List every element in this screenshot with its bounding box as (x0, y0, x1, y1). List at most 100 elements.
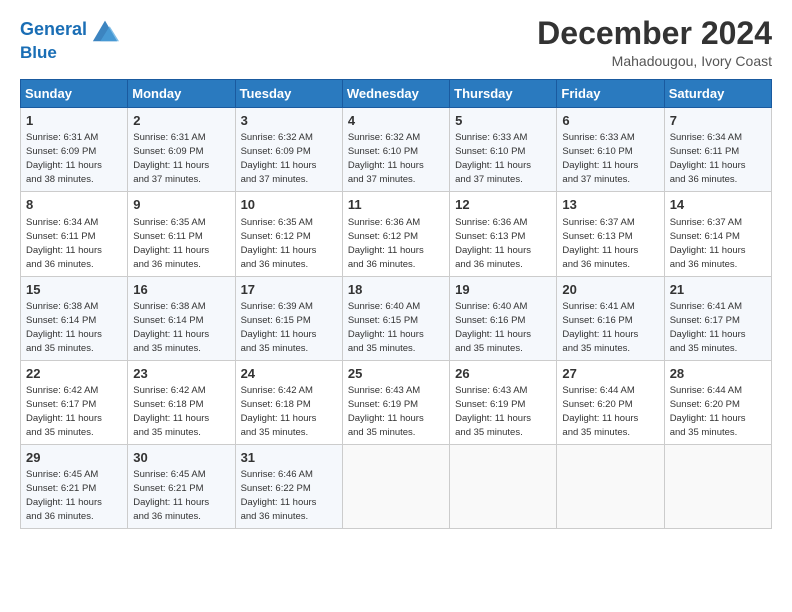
day-info: Sunrise: 6:40 AMSunset: 6:16 PMDaylight:… (455, 301, 531, 354)
day-number: 7 (670, 112, 766, 130)
calendar-weekday-wednesday: Wednesday (342, 80, 449, 108)
day-info: Sunrise: 6:45 AMSunset: 6:21 PMDaylight:… (133, 469, 209, 522)
day-info: Sunrise: 6:36 AMSunset: 6:13 PMDaylight:… (455, 217, 531, 270)
day-number: 11 (348, 196, 444, 214)
calendar-cell: 24 Sunrise: 6:42 AMSunset: 6:18 PMDaylig… (235, 360, 342, 444)
day-number: 27 (562, 365, 658, 383)
calendar-cell: 4 Sunrise: 6:32 AMSunset: 6:10 PMDayligh… (342, 108, 449, 192)
calendar-cell: 6 Sunrise: 6:33 AMSunset: 6:10 PMDayligh… (557, 108, 664, 192)
calendar-cell: 29 Sunrise: 6:45 AMSunset: 6:21 PMDaylig… (21, 444, 128, 528)
calendar-cell: 7 Sunrise: 6:34 AMSunset: 6:11 PMDayligh… (664, 108, 771, 192)
calendar-cell: 17 Sunrise: 6:39 AMSunset: 6:15 PMDaylig… (235, 276, 342, 360)
calendar-week-row: 22 Sunrise: 6:42 AMSunset: 6:17 PMDaylig… (21, 360, 772, 444)
day-info: Sunrise: 6:44 AMSunset: 6:20 PMDaylight:… (670, 385, 746, 438)
day-number: 29 (26, 449, 122, 467)
calendar-weekday-monday: Monday (128, 80, 235, 108)
day-info: Sunrise: 6:43 AMSunset: 6:19 PMDaylight:… (455, 385, 531, 438)
calendar-week-row: 8 Sunrise: 6:34 AMSunset: 6:11 PMDayligh… (21, 192, 772, 276)
title-block: December 2024 Mahadougou, Ivory Coast (537, 16, 772, 69)
calendar-cell: 18 Sunrise: 6:40 AMSunset: 6:15 PMDaylig… (342, 276, 449, 360)
day-number: 2 (133, 112, 229, 130)
day-info: Sunrise: 6:42 AMSunset: 6:17 PMDaylight:… (26, 385, 102, 438)
day-info: Sunrise: 6:37 AMSunset: 6:13 PMDaylight:… (562, 217, 638, 270)
day-number: 1 (26, 112, 122, 130)
page: General Blue December 2024 Mahadougou, I… (0, 0, 792, 612)
calendar-cell: 9 Sunrise: 6:35 AMSunset: 6:11 PMDayligh… (128, 192, 235, 276)
calendar-cell: 25 Sunrise: 6:43 AMSunset: 6:19 PMDaylig… (342, 360, 449, 444)
calendar-weekday-saturday: Saturday (664, 80, 771, 108)
day-number: 16 (133, 281, 229, 299)
day-info: Sunrise: 6:39 AMSunset: 6:15 PMDaylight:… (241, 301, 317, 354)
day-info: Sunrise: 6:34 AMSunset: 6:11 PMDaylight:… (670, 132, 746, 185)
day-info: Sunrise: 6:38 AMSunset: 6:14 PMDaylight:… (26, 301, 102, 354)
logo: General Blue (20, 16, 119, 63)
calendar-week-row: 1 Sunrise: 6:31 AMSunset: 6:09 PMDayligh… (21, 108, 772, 192)
day-number: 8 (26, 196, 122, 214)
header: General Blue December 2024 Mahadougou, I… (20, 16, 772, 69)
day-number: 24 (241, 365, 337, 383)
calendar-cell: 19 Sunrise: 6:40 AMSunset: 6:16 PMDaylig… (450, 276, 557, 360)
day-info: Sunrise: 6:35 AMSunset: 6:11 PMDaylight:… (133, 217, 209, 270)
calendar-cell: 13 Sunrise: 6:37 AMSunset: 6:13 PMDaylig… (557, 192, 664, 276)
day-number: 21 (670, 281, 766, 299)
day-info: Sunrise: 6:43 AMSunset: 6:19 PMDaylight:… (348, 385, 424, 438)
calendar-cell (342, 444, 449, 528)
day-info: Sunrise: 6:36 AMSunset: 6:12 PMDaylight:… (348, 217, 424, 270)
calendar-cell: 16 Sunrise: 6:38 AMSunset: 6:14 PMDaylig… (128, 276, 235, 360)
day-number: 4 (348, 112, 444, 130)
calendar-cell: 12 Sunrise: 6:36 AMSunset: 6:13 PMDaylig… (450, 192, 557, 276)
calendar-cell: 14 Sunrise: 6:37 AMSunset: 6:14 PMDaylig… (664, 192, 771, 276)
day-info: Sunrise: 6:33 AMSunset: 6:10 PMDaylight:… (455, 132, 531, 185)
calendar-cell: 20 Sunrise: 6:41 AMSunset: 6:16 PMDaylig… (557, 276, 664, 360)
day-info: Sunrise: 6:38 AMSunset: 6:14 PMDaylight:… (133, 301, 209, 354)
calendar-cell: 26 Sunrise: 6:43 AMSunset: 6:19 PMDaylig… (450, 360, 557, 444)
day-info: Sunrise: 6:45 AMSunset: 6:21 PMDaylight:… (26, 469, 102, 522)
day-info: Sunrise: 6:31 AMSunset: 6:09 PMDaylight:… (133, 132, 209, 185)
month-year: December 2024 (537, 16, 772, 51)
day-info: Sunrise: 6:42 AMSunset: 6:18 PMDaylight:… (241, 385, 317, 438)
day-info: Sunrise: 6:35 AMSunset: 6:12 PMDaylight:… (241, 217, 317, 270)
day-info: Sunrise: 6:37 AMSunset: 6:14 PMDaylight:… (670, 217, 746, 270)
day-number: 10 (241, 196, 337, 214)
day-number: 23 (133, 365, 229, 383)
day-info: Sunrise: 6:31 AMSunset: 6:09 PMDaylight:… (26, 132, 102, 185)
day-info: Sunrise: 6:40 AMSunset: 6:15 PMDaylight:… (348, 301, 424, 354)
calendar-cell (557, 444, 664, 528)
calendar-cell: 21 Sunrise: 6:41 AMSunset: 6:17 PMDaylig… (664, 276, 771, 360)
calendar-cell: 8 Sunrise: 6:34 AMSunset: 6:11 PMDayligh… (21, 192, 128, 276)
day-number: 17 (241, 281, 337, 299)
day-info: Sunrise: 6:44 AMSunset: 6:20 PMDaylight:… (562, 385, 638, 438)
day-number: 22 (26, 365, 122, 383)
calendar-cell: 30 Sunrise: 6:45 AMSunset: 6:21 PMDaylig… (128, 444, 235, 528)
day-number: 9 (133, 196, 229, 214)
day-info: Sunrise: 6:46 AMSunset: 6:22 PMDaylight:… (241, 469, 317, 522)
calendar-cell (664, 444, 771, 528)
calendar-cell: 27 Sunrise: 6:44 AMSunset: 6:20 PMDaylig… (557, 360, 664, 444)
day-number: 20 (562, 281, 658, 299)
calendar-cell: 23 Sunrise: 6:42 AMSunset: 6:18 PMDaylig… (128, 360, 235, 444)
calendar-week-row: 29 Sunrise: 6:45 AMSunset: 6:21 PMDaylig… (21, 444, 772, 528)
calendar-table: SundayMondayTuesdayWednesdayThursdayFrid… (20, 79, 772, 529)
day-info: Sunrise: 6:41 AMSunset: 6:16 PMDaylight:… (562, 301, 638, 354)
day-number: 19 (455, 281, 551, 299)
calendar-cell: 11 Sunrise: 6:36 AMSunset: 6:12 PMDaylig… (342, 192, 449, 276)
day-number: 28 (670, 365, 766, 383)
calendar-cell: 10 Sunrise: 6:35 AMSunset: 6:12 PMDaylig… (235, 192, 342, 276)
day-info: Sunrise: 6:42 AMSunset: 6:18 PMDaylight:… (133, 385, 209, 438)
day-info: Sunrise: 6:32 AMSunset: 6:10 PMDaylight:… (348, 132, 424, 185)
day-number: 5 (455, 112, 551, 130)
calendar-cell: 22 Sunrise: 6:42 AMSunset: 6:17 PMDaylig… (21, 360, 128, 444)
calendar-cell: 15 Sunrise: 6:38 AMSunset: 6:14 PMDaylig… (21, 276, 128, 360)
logo-text: General (20, 20, 87, 40)
calendar-weekday-tuesday: Tuesday (235, 80, 342, 108)
calendar-cell: 2 Sunrise: 6:31 AMSunset: 6:09 PMDayligh… (128, 108, 235, 192)
calendar-weekday-friday: Friday (557, 80, 664, 108)
calendar-cell: 5 Sunrise: 6:33 AMSunset: 6:10 PMDayligh… (450, 108, 557, 192)
logo-blue-text: Blue (20, 44, 119, 63)
day-info: Sunrise: 6:34 AMSunset: 6:11 PMDaylight:… (26, 217, 102, 270)
day-info: Sunrise: 6:32 AMSunset: 6:09 PMDaylight:… (241, 132, 317, 185)
calendar-cell: 28 Sunrise: 6:44 AMSunset: 6:20 PMDaylig… (664, 360, 771, 444)
calendar-cell: 1 Sunrise: 6:31 AMSunset: 6:09 PMDayligh… (21, 108, 128, 192)
day-number: 14 (670, 196, 766, 214)
day-number: 12 (455, 196, 551, 214)
